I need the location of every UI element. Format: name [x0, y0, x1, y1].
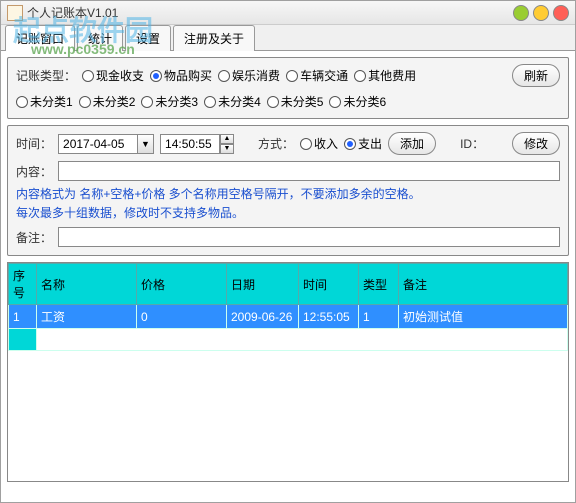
modify-button[interactable]: 修改: [512, 132, 560, 155]
time-spinner[interactable]: ▲▼: [220, 134, 234, 154]
tab-settings[interactable]: 设置: [125, 25, 171, 51]
col-no[interactable]: 序号: [9, 264, 37, 305]
radio-uncat5[interactable]: 未分类5: [267, 93, 324, 110]
col-type[interactable]: 类型: [359, 264, 399, 305]
col-remark[interactable]: 备注: [399, 264, 568, 305]
hint-line-2: 每次最多十组数据，修改时不支持多物品。: [16, 204, 560, 223]
chevron-down-icon[interactable]: ▼: [138, 134, 154, 154]
col-price[interactable]: 价格: [137, 264, 227, 305]
radio-cash[interactable]: 现金收支: [82, 67, 144, 84]
content-input[interactable]: [58, 161, 560, 181]
radio-other[interactable]: 其他费用: [354, 67, 416, 84]
radio-uncat2[interactable]: 未分类2: [79, 93, 136, 110]
radio-uncat3[interactable]: 未分类3: [141, 93, 198, 110]
type-label: 记账类型：: [16, 67, 76, 84]
close-button[interactable]: [553, 5, 569, 21]
radio-entertainment[interactable]: 娱乐消费: [218, 67, 280, 84]
app-icon: [7, 5, 23, 21]
add-button[interactable]: 添加: [388, 132, 436, 155]
table-row[interactable]: [9, 329, 568, 351]
title-bar: 个人记账本V1.01: [1, 1, 575, 25]
type-panel: 记账类型： 现金收支 物品购买 娱乐消费 车辆交通 其他费用 刷新 未分类1 未…: [7, 57, 569, 119]
time-field[interactable]: 14:50:55 ▲▼: [160, 134, 234, 154]
tab-ledger[interactable]: 记账窗口: [5, 25, 75, 51]
radio-income[interactable]: 收入: [300, 135, 338, 152]
date-field[interactable]: 2017-04-05 ▼: [58, 134, 154, 154]
tab-stats[interactable]: 统计: [77, 25, 123, 51]
time-label: 时间：: [16, 135, 52, 152]
remark-label: 备注：: [16, 229, 52, 246]
radio-uncat4[interactable]: 未分类4: [204, 93, 261, 110]
table-header-row: 序号 名称 价格 日期 时间 类型 备注: [9, 264, 568, 305]
radio-uncat1[interactable]: 未分类1: [16, 93, 73, 110]
radio-uncat6[interactable]: 未分类6: [329, 93, 386, 110]
hint-line-1: 内容格式为 名称+空格+价格 多个名称用空格号隔开，不要添加多余的空格。: [16, 185, 560, 204]
mode-label: 方式：: [258, 135, 294, 152]
maximize-button[interactable]: [533, 5, 549, 21]
radio-expense[interactable]: 支出: [344, 135, 382, 152]
window-title: 个人记账本V1.01: [27, 4, 513, 21]
content-label: 内容：: [16, 163, 52, 180]
radio-vehicle[interactable]: 车辆交通: [286, 67, 348, 84]
radio-goods[interactable]: 物品购买: [150, 67, 212, 84]
tab-register[interactable]: 注册及关于: [173, 25, 255, 51]
entry-panel: 时间： 2017-04-05 ▼ 14:50:55 ▲▼ 方式： 收入 支出 添…: [7, 125, 569, 256]
minimize-button[interactable]: [513, 5, 529, 21]
ledger-table[interactable]: 序号 名称 价格 日期 时间 类型 备注 1 工资 0 2009-06-26 1…: [7, 262, 569, 482]
col-name[interactable]: 名称: [37, 264, 137, 305]
col-time[interactable]: 时间: [299, 264, 359, 305]
remark-input[interactable]: [58, 227, 560, 247]
id-label: ID：: [460, 135, 484, 152]
tab-bar: 记账窗口 统计 设置 注册及关于: [1, 25, 575, 51]
table-row[interactable]: 1 工资 0 2009-06-26 12:55:05 1 初始测试值: [9, 305, 568, 329]
refresh-button[interactable]: 刷新: [512, 64, 560, 87]
col-date[interactable]: 日期: [227, 264, 299, 305]
